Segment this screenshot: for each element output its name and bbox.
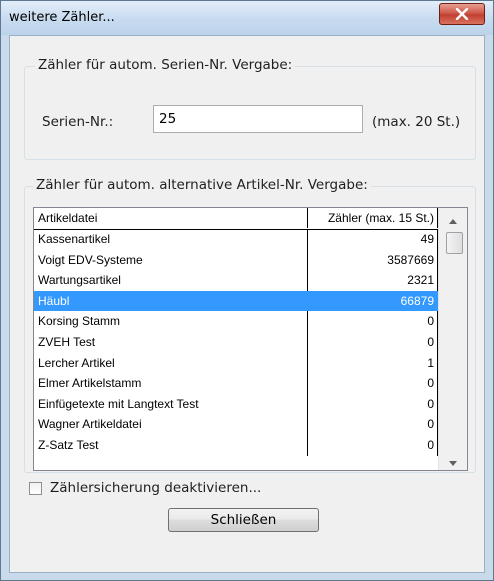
scroll-down-button[interactable] (439, 450, 467, 470)
window-close-button[interactable] (439, 3, 485, 25)
serial-label: Serien-Nr.: (42, 114, 114, 130)
row-name: Lercher Artikel (34, 352, 308, 374)
scroll-up-arrow-icon (449, 209, 457, 228)
scroll-down-arrow-icon (449, 451, 457, 470)
row-count: 49 (308, 229, 438, 250)
row-count: 0 (308, 434, 438, 456)
row-name: Voigt EDV-Systeme (34, 249, 308, 271)
list-row[interactable]: Einfügetexte mit Langtext Test 0 (34, 393, 438, 415)
row-name: Elmer Artikelstamm (34, 373, 308, 394)
article-group-title: Zähler für autom. alternative Artikel-Nr… (33, 177, 371, 193)
window-title: weitere Zähler... (9, 10, 115, 25)
row-count: 1 (308, 352, 438, 374)
article-counter-list[interactable]: Artikeldatei Zähler (max. 15 St.) Kassen… (33, 207, 468, 471)
list-body: Kassenartikel 49 Voigt EDV-Systeme 35876… (34, 229, 438, 456)
serial-number-input[interactable] (153, 105, 363, 133)
row-count: 0 (308, 393, 438, 415)
list-row[interactable]: Lercher Artikel 1 (34, 352, 438, 374)
checkbox-label[interactable]: Zählersicherung deaktivieren... (50, 480, 261, 496)
row-name: Häubl (34, 290, 308, 312)
list-row[interactable]: ZVEH Test 0 (34, 331, 438, 353)
close-x-icon (440, 4, 484, 24)
list-row-selected[interactable]: Häubl 66879 (34, 290, 438, 312)
schliessen-button-label: Schließen (210, 512, 277, 528)
schliessen-button[interactable]: Schließen (168, 508, 319, 532)
zaehlersicherung-checkbox[interactable] (29, 482, 42, 495)
serial-group-title: Zähler für autom. Serien-Nr. Vergabe: (35, 57, 296, 73)
row-name: Z-Satz Test (34, 434, 308, 456)
list-row[interactable]: Kassenartikel 49 (34, 229, 438, 250)
row-count: 0 (308, 414, 438, 435)
list-row[interactable]: Elmer Artikelstamm 0 (34, 373, 438, 394)
scroll-thumb[interactable] (446, 232, 463, 254)
list-header: Artikeldatei Zähler (max. 15 St.) (34, 208, 438, 230)
row-name: ZVEH Test (34, 331, 308, 353)
row-count: 2321 (308, 270, 438, 291)
title-bar[interactable]: weitere Zähler... (1, 1, 493, 35)
row-count: 3587669 (308, 249, 438, 271)
column-header-artikeldatei[interactable]: Artikeldatei (34, 208, 308, 228)
row-name: Wagner Artikeldatei (34, 414, 308, 435)
row-name: Wartungsartikel (34, 270, 308, 291)
list-row[interactable]: Wartungsartikel 2321 (34, 270, 438, 291)
scroll-up-button[interactable] (439, 208, 467, 228)
row-count: 0 (308, 373, 438, 394)
row-name: Einfügetexte mit Langtext Test (34, 393, 308, 415)
list-scrollbar[interactable] (438, 208, 467, 470)
row-name: Kassenartikel (34, 229, 308, 250)
row-count: 0 (308, 311, 438, 332)
list-row[interactable]: Wagner Artikeldatei 0 (34, 414, 438, 435)
serial-max-hint: (max. 20 St.) (372, 114, 461, 130)
row-count: 0 (308, 331, 438, 353)
list-row[interactable]: Korsing Stamm 0 (34, 311, 438, 332)
list-row[interactable]: Z-Satz Test 0 (34, 434, 438, 456)
list-row[interactable]: Voigt EDV-Systeme 3587669 (34, 249, 438, 271)
row-name: Korsing Stamm (34, 311, 308, 332)
dialog-window: weitere Zähler... Zähler für autom. Seri… (0, 0, 494, 581)
column-header-zaehler[interactable]: Zähler (max. 15 St.) (308, 208, 438, 228)
row-count: 66879 (308, 290, 438, 312)
